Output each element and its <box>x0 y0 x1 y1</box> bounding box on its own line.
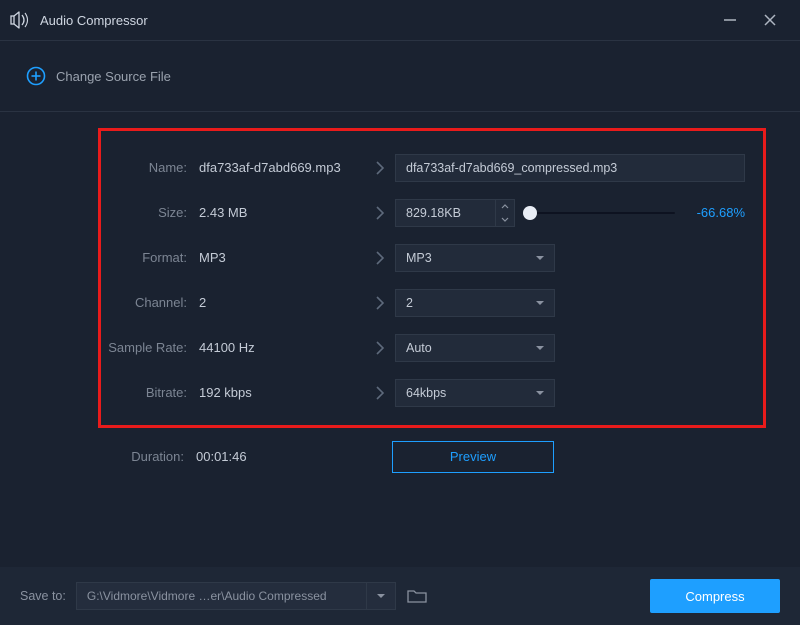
close-button[interactable] <box>750 0 790 40</box>
arrow-icon <box>365 341 395 355</box>
slider-thumb[interactable] <box>523 206 537 220</box>
minimize-button[interactable] <box>710 0 750 40</box>
subheader: Change Source File <box>0 41 800 111</box>
spinner-up-icon[interactable] <box>496 200 514 213</box>
bitrate-select[interactable]: 64kbps <box>395 379 555 407</box>
channel-select[interactable]: 2 <box>395 289 555 317</box>
chevron-down-icon <box>526 255 554 261</box>
compress-label: Compress <box>685 589 744 604</box>
size-percentage: -66.68% <box>685 205 745 220</box>
label-sample-rate: Sample Rate: <box>101 340 187 355</box>
format-value: MP3 <box>396 251 526 265</box>
source-sample-rate: 44100 Hz <box>187 340 365 355</box>
save-to-label: Save to: <box>20 589 66 603</box>
chevron-down-icon <box>366 583 395 609</box>
label-name: Name: <box>101 160 187 175</box>
source-name: dfa733af-d7abd669.mp3 <box>187 160 365 175</box>
target-name-input[interactable] <box>395 154 745 182</box>
chevron-down-icon <box>526 300 554 306</box>
save-path-select[interactable]: G:\Vidmore\Vidmore …er\Audio Compressed <box>76 582 396 610</box>
chevron-down-icon <box>526 390 554 396</box>
row-size: Size: 2.43 MB 829.18KB <box>101 190 763 235</box>
row-duration: Duration: 00:01:46 Preview <box>98 434 782 479</box>
source-format: MP3 <box>187 250 365 265</box>
label-format: Format: <box>101 250 187 265</box>
plus-circle-icon <box>26 66 46 86</box>
row-name: Name: dfa733af-d7abd669.mp3 <box>101 145 763 190</box>
arrow-icon <box>365 206 395 220</box>
row-sample-rate: Sample Rate: 44100 Hz Auto <box>101 325 763 370</box>
channel-value: 2 <box>396 296 526 310</box>
spinner-down-icon[interactable] <box>496 213 514 226</box>
open-folder-button[interactable] <box>406 587 428 605</box>
row-channel: Channel: 2 2 <box>101 280 763 325</box>
sample-rate-value: Auto <box>396 341 526 355</box>
arrow-icon <box>365 296 395 310</box>
target-size-value: 829.18KB <box>396 206 495 220</box>
compress-button[interactable]: Compress <box>650 579 780 613</box>
preview-label: Preview <box>450 449 496 464</box>
sample-rate-select[interactable]: Auto <box>395 334 555 362</box>
label-duration: Duration: <box>98 449 184 464</box>
footer: Save to: G:\Vidmore\Vidmore …er\Audio Co… <box>0 567 800 625</box>
label-bitrate: Bitrate: <box>101 385 187 400</box>
label-channel: Channel: <box>101 295 187 310</box>
arrow-icon <box>365 161 395 175</box>
row-bitrate: Bitrate: 192 kbps 64kbps <box>101 370 763 415</box>
app-title: Audio Compressor <box>40 13 148 28</box>
titlebar: Audio Compressor <box>0 0 800 40</box>
save-path-value: G:\Vidmore\Vidmore …er\Audio Compressed <box>77 589 366 603</box>
arrow-icon <box>365 251 395 265</box>
label-size: Size: <box>101 205 187 220</box>
format-select[interactable]: MP3 <box>395 244 555 272</box>
change-source-label: Change Source File <box>56 69 171 84</box>
size-slider[interactable] <box>525 212 675 214</box>
arrow-icon <box>365 386 395 400</box>
target-size-spinner[interactable]: 829.18KB <box>395 199 515 227</box>
main-content: Name: dfa733af-d7abd669.mp3 Size: 2.43 M… <box>0 112 800 479</box>
duration-value: 00:01:46 <box>184 449 362 464</box>
source-channel: 2 <box>187 295 365 310</box>
row-format: Format: MP3 MP3 <box>101 235 763 280</box>
app-icon <box>10 11 32 29</box>
chevron-down-icon <box>526 345 554 351</box>
settings-panel: Name: dfa733af-d7abd669.mp3 Size: 2.43 M… <box>98 128 766 428</box>
source-size: 2.43 MB <box>187 205 365 220</box>
bitrate-value: 64kbps <box>396 386 526 400</box>
change-source-button[interactable]: Change Source File <box>26 66 171 86</box>
source-bitrate: 192 kbps <box>187 385 365 400</box>
preview-button[interactable]: Preview <box>392 441 554 473</box>
